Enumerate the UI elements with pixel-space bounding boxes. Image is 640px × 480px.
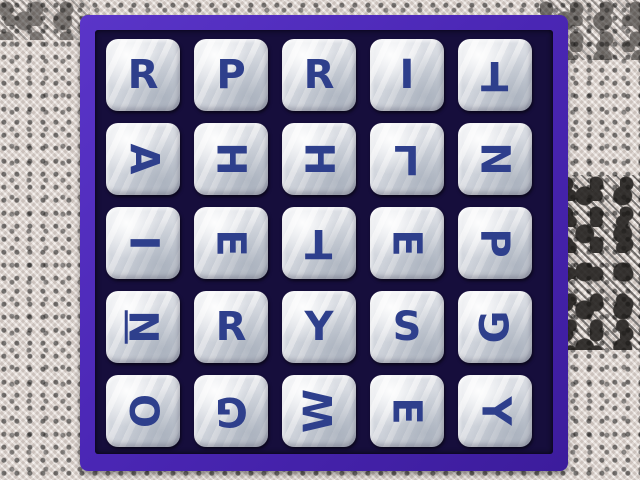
die-r4-c4[interactable]: S: [370, 291, 444, 363]
die-letter: E: [383, 229, 430, 257]
lace-tablecloth-shadow-top: [0, 0, 90, 40]
die-r2-c4[interactable]: L: [370, 123, 444, 195]
die-r5-c1[interactable]: O: [106, 375, 180, 447]
die-r1-c1[interactable]: R: [106, 39, 180, 111]
die-letter: G: [472, 310, 518, 344]
die-letter: P: [216, 52, 246, 98]
die-r5-c3[interactable]: W: [282, 375, 356, 447]
die-letter: T: [481, 52, 509, 98]
die-r4-c2[interactable]: R: [194, 291, 268, 363]
die-r3-c3[interactable]: T: [282, 207, 356, 279]
die-r4-c3[interactable]: Y: [282, 291, 356, 363]
die-r1-c3[interactable]: R: [282, 39, 356, 111]
die-letter: T: [305, 220, 333, 266]
die-letter: S: [392, 304, 422, 350]
die-letter: H: [295, 142, 342, 176]
die-letter: O: [119, 393, 166, 429]
die-r2-c2[interactable]: H: [194, 123, 268, 195]
die-r3-c1[interactable]: I: [106, 207, 180, 279]
die-letter: R: [127, 52, 159, 98]
die-letter: E: [383, 397, 430, 425]
die-letter: R: [215, 304, 247, 350]
die-r5-c4[interactable]: E: [370, 375, 444, 447]
die-letter: G: [214, 388, 248, 434]
die-letter: N: [119, 310, 166, 344]
boggle-tray: R P R I T A H H L N I E T E P N R Y S G O G W E Y: [80, 15, 568, 471]
game-board-photo: { "game": { "board": { "rows": [ [ {"let…: [0, 0, 640, 480]
die-letter: W: [296, 388, 342, 434]
die-r2-c3[interactable]: H: [282, 123, 356, 195]
die-letter: Y: [304, 304, 334, 350]
die-letter: R: [303, 52, 335, 98]
die-letter: A: [120, 143, 166, 175]
die-letter: P: [471, 228, 518, 258]
die-r2-c5[interactable]: N: [458, 123, 532, 195]
die-r1-c4[interactable]: I: [370, 39, 444, 111]
dice-grid: R P R I T A H H L N I E T E P N R Y S G O G W E Y: [95, 30, 553, 454]
die-letter: Y: [472, 396, 518, 426]
die-letter: I: [399, 52, 415, 98]
die-r3-c4[interactable]: E: [370, 207, 444, 279]
die-r1-c2[interactable]: P: [194, 39, 268, 111]
die-r2-c1[interactable]: A: [106, 123, 180, 195]
lace-tablecloth-shadow: [560, 175, 640, 350]
die-r4-c1[interactable]: N: [106, 291, 180, 363]
die-r1-c5[interactable]: T: [458, 39, 532, 111]
die-r3-c2[interactable]: E: [194, 207, 268, 279]
die-r5-c2[interactable]: G: [194, 375, 268, 447]
die-r5-c5[interactable]: Y: [458, 375, 532, 447]
die-r4-c5[interactable]: G: [458, 291, 532, 363]
die-letter: I: [119, 235, 166, 251]
die-letter: H: [207, 142, 254, 176]
die-letter: N: [471, 142, 518, 176]
die-letter: E: [207, 229, 254, 257]
die-letter: L: [394, 136, 420, 182]
die-r3-c5[interactable]: P: [458, 207, 532, 279]
